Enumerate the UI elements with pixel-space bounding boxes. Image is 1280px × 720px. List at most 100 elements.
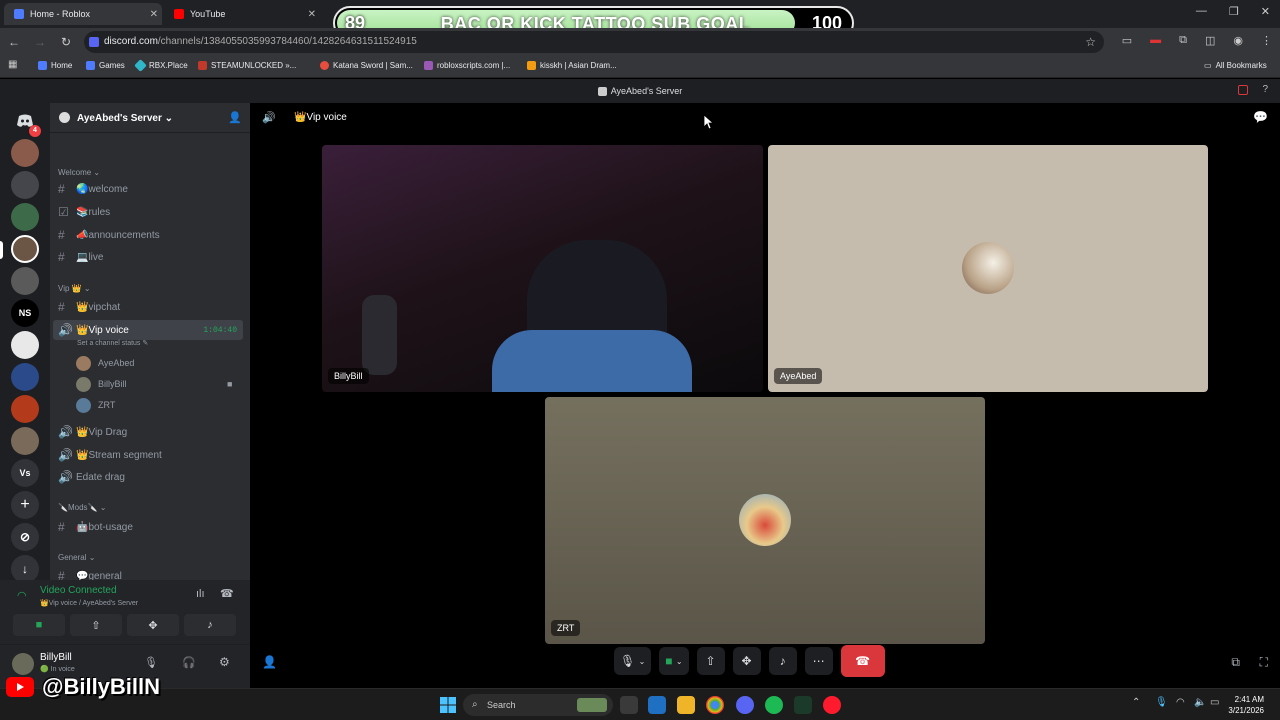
battery-icon[interactable]: ▭ (1210, 697, 1219, 708)
channel-announcements[interactable]: # 📣announcements (53, 225, 243, 245)
extension-icon[interactable]: ▭ (1122, 34, 1132, 47)
apps-grid-icon[interactable]: ▦ (8, 59, 17, 70)
inbox-icon[interactable] (1238, 85, 1248, 95)
discord-home-button[interactable]: 4 (11, 107, 41, 137)
bookmark-kisskh[interactable]: kisskh | Asian Dram... (527, 61, 617, 70)
all-bookmarks[interactable]: ▭ All Bookmarks (1204, 61, 1267, 70)
fullscreen-icon[interactable]: ⛶ (1260, 655, 1268, 670)
channel-live[interactable]: # 💻live (53, 247, 243, 267)
invite-people-icon[interactable]: 👤 (228, 111, 242, 124)
file-explorer-icon[interactable] (677, 696, 695, 714)
minimize-icon[interactable]: — (1196, 5, 1207, 18)
screenshare-button[interactable]: ⇧ (696, 647, 725, 675)
server-icon[interactable] (11, 171, 39, 199)
address-bar[interactable]: discord.com/channels/1384055035993784460… (84, 31, 1104, 53)
wifi-icon[interactable]: ◠ (1176, 697, 1185, 708)
profile-avatar-icon[interactable]: ◉ (1233, 34, 1243, 47)
channel-general[interactable]: # 💬general (53, 566, 243, 580)
channel-streamsegment[interactable]: 🔊 👑Stream segment (53, 445, 243, 465)
soundboard-button[interactable]: ♪ (768, 647, 797, 675)
noise-suppression-icon[interactable]: ılı (196, 588, 205, 600)
video-tile-ayeabed[interactable]: AyeAbed (768, 145, 1208, 392)
disconnect-icon[interactable]: ☎ (220, 587, 234, 600)
server-icon[interactable] (11, 139, 39, 167)
spotify-icon[interactable] (765, 696, 783, 714)
channel-vipdrag[interactable]: 🔊 👑Vip Drag (53, 422, 243, 442)
voice-member[interactable]: BillyBill (76, 375, 127, 393)
back-icon[interactable]: ← (2, 35, 26, 49)
site-info-icon[interactable] (89, 37, 99, 47)
bookmark-robloxscripts[interactable]: robloxscripts.com |... (424, 61, 510, 70)
opera-gx-icon[interactable] (823, 696, 841, 714)
activities-button[interactable]: ✥ (127, 614, 179, 636)
chrome-icon[interactable] (706, 696, 724, 714)
forward-icon[interactable]: → (28, 35, 52, 49)
task-view-icon[interactable] (620, 696, 638, 714)
voice-member[interactable]: ZRT (76, 396, 115, 414)
help-icon[interactable]: ? (1262, 84, 1268, 95)
bookmark-games[interactable]: Games (86, 61, 125, 70)
headphones-icon[interactable]: 🎧 (182, 656, 196, 669)
taskbar-clock[interactable]: 2:41 AM 3/21/2026 (1228, 694, 1264, 716)
server-icon-vs[interactable]: Vs (11, 459, 39, 487)
bookmark-steamunlocked[interactable]: STEAMUNLOCKED »... (198, 61, 296, 70)
taskbar-search[interactable]: ⌕ Search (463, 694, 613, 716)
close-window-icon[interactable]: ✕ (1261, 5, 1270, 18)
store-icon[interactable] (648, 696, 666, 714)
download-icon[interactable]: ↓ (11, 555, 39, 583)
bookmark-star-icon[interactable]: ☆ (1085, 31, 1096, 53)
chat-bubble-icon[interactable]: 💬 (1253, 110, 1268, 124)
server-icon[interactable] (11, 203, 39, 231)
side-panel-icon[interactable]: ◫ (1205, 34, 1215, 47)
screenshare-button[interactable]: ⇧ (70, 614, 122, 636)
channel-edatedrag[interactable]: 🔊 Edate drag (53, 467, 243, 487)
server-icon-ns[interactable]: NS (11, 299, 39, 327)
camera-toggle-button[interactable]: ■ ⌄ (659, 647, 689, 675)
channel-botusage[interactable]: # 🤖bot-usage (53, 517, 243, 537)
tray-chevron-icon[interactable]: ⌃ (1132, 697, 1140, 708)
settings-gear-icon[interactable]: ⚙ (219, 655, 230, 669)
category-mods[interactable]: 🔪Mods🔪 ⌄ (58, 503, 106, 512)
video-tile-billybill[interactable]: BillyBill (322, 145, 763, 392)
more-options-button[interactable]: ⋯ (804, 647, 833, 675)
mute-button[interactable]: 🎙 ⌄ (614, 647, 652, 675)
add-server-icon[interactable]: + (11, 491, 39, 519)
extensions-puzzle-icon[interactable]: ⧉ (1179, 34, 1187, 47)
tab-youtube[interactable]: YouTube ✕ (164, 3, 320, 25)
close-tab-icon[interactable]: ✕ (150, 9, 158, 20)
bookmark-rbxplace[interactable]: RBX.Place (134, 59, 188, 72)
server-icon[interactable] (11, 267, 39, 295)
discord-taskbar-icon[interactable] (736, 696, 754, 714)
channel-status[interactable]: Set a channel status ✎ (77, 339, 148, 347)
video-tile-zrt[interactable]: ZRT (545, 397, 985, 644)
bookmark-home[interactable]: Home (38, 61, 72, 70)
channel-rules[interactable]: ☑ 📚rules (53, 202, 243, 222)
server-icon-active[interactable] (11, 235, 39, 263)
windows-start-icon[interactable] (440, 697, 456, 713)
microphone-icon[interactable]: 🎙 (144, 656, 158, 669)
channel-vipchat[interactable]: # 👑vipchat (53, 297, 243, 317)
discover-compass-icon[interactable]: ⊘ (11, 523, 39, 551)
camera-button[interactable]: ■ (13, 614, 65, 636)
bookmark-katana[interactable]: Katana Sword | Sam... (320, 61, 413, 70)
close-tab-icon[interactable]: ✕ (308, 9, 316, 20)
channel-vipvoice[interactable]: 🔊 👑Vip voice 1:04:40 (53, 320, 243, 340)
category-vip[interactable]: Vip 👑 ⌄ (58, 284, 91, 293)
volume-icon[interactable]: 🔈 (1194, 697, 1206, 708)
signal-icon[interactable]: ◠ (17, 589, 27, 602)
category-general[interactable]: General ⌄ (58, 553, 95, 562)
server-icon[interactable] (11, 395, 39, 423)
avatar[interactable] (12, 653, 34, 675)
category-welcome[interactable]: Welcome ⌄ (58, 168, 100, 177)
menu-kebab-icon[interactable]: ⋮ (1261, 34, 1272, 47)
server-icon[interactable] (11, 427, 39, 455)
popout-icon[interactable]: ⧉ (1231, 655, 1240, 670)
server-header[interactable]: AyeAbed's Server ⌄ 👤 (50, 103, 250, 133)
app-icon[interactable] (794, 696, 812, 714)
soundboard-button[interactable]: ♪ (184, 614, 236, 636)
channel-welcome[interactable]: # 🌏welcome (53, 179, 243, 199)
extension-icon[interactable]: ▬ (1150, 34, 1161, 47)
tray-microphone-icon[interactable]: 🎙 (1155, 697, 1168, 708)
invite-to-call-icon[interactable]: 👤 (262, 655, 277, 669)
server-icon[interactable] (11, 363, 39, 391)
